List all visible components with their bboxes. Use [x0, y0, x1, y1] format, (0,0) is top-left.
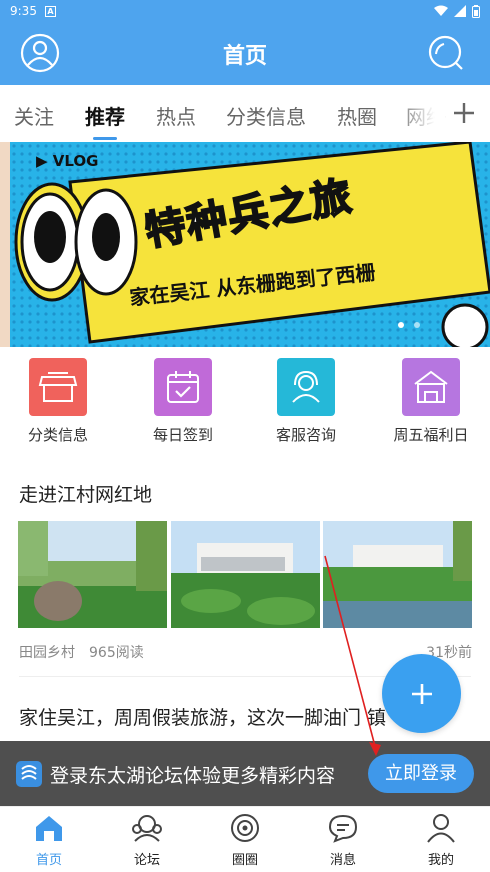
create-post-button[interactable] — [382, 654, 461, 733]
search-button[interactable] — [426, 33, 466, 73]
status-icons — [434, 4, 480, 18]
article-photo — [323, 521, 472, 628]
status-bar: 9:35 A — [0, 0, 490, 22]
tab-hot[interactable]: 热点 — [156, 101, 196, 130]
tabbar-label: 论坛 — [133, 853, 160, 868]
shop-icon — [29, 358, 87, 416]
login-prompt-text: 登录东太湖论坛体验更多精彩内容 — [50, 765, 336, 787]
tabbar-circle[interactable]: 圈圈 — [210, 813, 280, 868]
carousel-dots — [398, 322, 420, 328]
quick-link-classifieds[interactable]: 分类信息 — [3, 358, 113, 445]
banner-tag-text: VLOG — [52, 152, 99, 170]
tab-recommend[interactable]: 推荐 — [85, 101, 125, 130]
plus-icon — [454, 103, 474, 123]
status-time: 9:35 — [10, 4, 37, 18]
article-title[interactable]: 走进江村网红地 — [19, 480, 152, 507]
quick-links: 分类信息 每日签到 客服咨询 周五福利日 — [0, 358, 490, 448]
profile-icon — [427, 814, 455, 843]
article-photo — [18, 521, 167, 628]
home-icon — [36, 816, 62, 841]
tabbar-label: 圈圈 — [231, 853, 258, 868]
page-title: 首页 — [222, 44, 267, 69]
quick-link-friday[interactable]: 周五福利日 — [376, 358, 486, 445]
login-button[interactable]: 立即登录 — [368, 754, 474, 793]
banner-tag: ▶ VLOG — [36, 152, 99, 170]
carousel-dot — [398, 322, 404, 328]
article-source[interactable]: 田园乡村 — [19, 645, 75, 661]
search-icon — [428, 35, 463, 70]
plus-icon — [411, 684, 432, 704]
app-header: 首页 — [0, 22, 490, 85]
tab-fade — [395, 85, 445, 142]
article-photos[interactable] — [18, 521, 472, 628]
tabbar-profile[interactable]: 我的 — [406, 813, 476, 868]
battery-icon — [472, 4, 480, 18]
quick-link-label: 每日签到 — [152, 426, 213, 444]
gift-house-icon — [402, 358, 460, 416]
tabbar-home[interactable]: 首页 — [14, 813, 84, 868]
article-meta: 田园乡村 965阅读 — [19, 642, 144, 662]
message-icon — [328, 814, 358, 843]
notification-badge-icon: A — [44, 5, 56, 17]
banner-prev-peek — [0, 142, 10, 347]
tabbar-label: 首页 — [35, 853, 62, 868]
calendar-check-icon — [154, 358, 212, 416]
circle-icon — [231, 814, 259, 842]
quick-link-label: 分类信息 — [27, 426, 88, 444]
quick-link-label: 客服咨询 — [275, 426, 336, 444]
tabbar-label: 消息 — [329, 853, 356, 868]
tabbar-messages[interactable]: 消息 — [308, 813, 378, 868]
tab-classifieds[interactable]: 分类信息 — [226, 101, 306, 130]
category-tabs: 关注 推荐 热点 分类信息 热圈 网络 — [0, 85, 490, 142]
tab-hot-circle[interactable]: 热圈 — [337, 101, 377, 130]
banner-carousel[interactable]: ▶ VLOG 特种兵之旅 家在吴江 从东栅跑到了西栅 — [0, 142, 490, 347]
article-reads: 965阅读 — [89, 645, 144, 661]
forum-icon — [132, 815, 162, 842]
quick-link-checkin[interactable]: 每日签到 — [128, 358, 238, 445]
add-tab-button[interactable] — [450, 93, 478, 133]
article-photo — [171, 521, 320, 628]
banner-artwork — [10, 142, 490, 347]
login-prompt-bar: 登录东太湖论坛体验更多精彩内容 立即登录 — [0, 741, 490, 806]
forum-logo-icon — [16, 761, 42, 787]
tabbar-forum[interactable]: 论坛 — [112, 813, 182, 868]
quick-link-label: 周五福利日 — [393, 426, 469, 444]
quick-link-support[interactable]: 客服咨询 — [251, 358, 361, 445]
tab-follow[interactable]: 关注 — [14, 101, 54, 130]
carousel-dot — [414, 322, 420, 328]
tabbar-label: 我的 — [427, 853, 454, 868]
active-tab-indicator — [93, 137, 117, 140]
headset-icon — [277, 358, 335, 416]
wifi-icon — [434, 5, 448, 16]
bottom-tab-bar: 首页 论坛 圈圈 消息 我的 — [0, 806, 490, 872]
signal-icon — [454, 5, 466, 17]
